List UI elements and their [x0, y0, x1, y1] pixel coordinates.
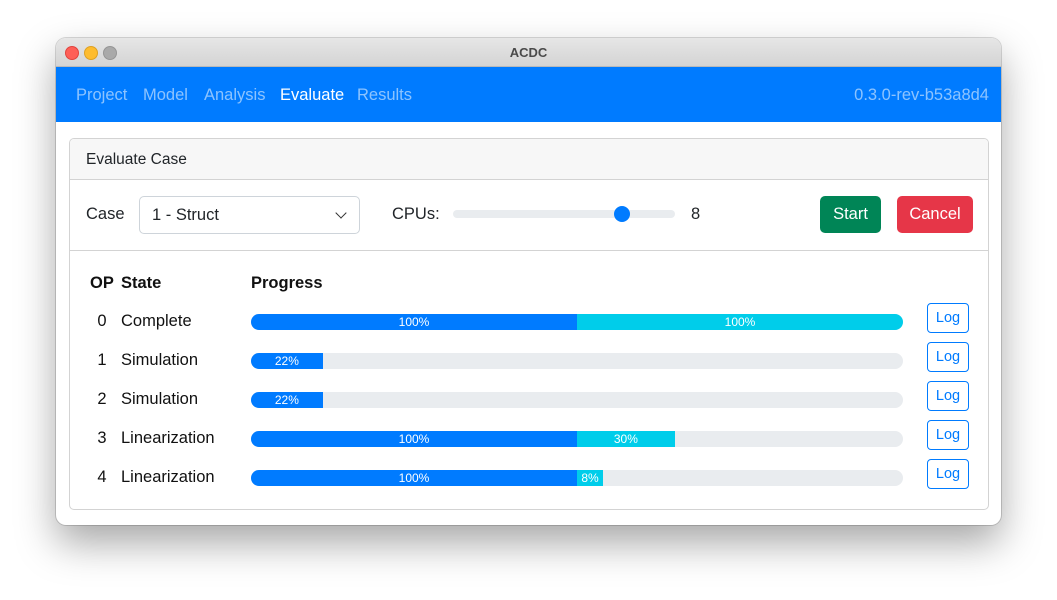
state-label: Simulation — [121, 351, 199, 369]
state-label: Simulation — [121, 390, 199, 408]
case-select-value: 1 - Struct — [152, 206, 219, 224]
case-select[interactable]: 1 - Struct — [139, 196, 360, 234]
op-number: 3 — [97, 429, 107, 447]
log-button[interactable]: Log — [927, 420, 969, 450]
start-button[interactable]: Start — [820, 196, 881, 233]
app-window: ACDC Project Model Analysis Evaluate Res… — [56, 38, 1001, 525]
header-op: OP — [90, 274, 114, 292]
simulation-progress-segment: 100% — [251, 314, 577, 330]
cpus-slider-thumb[interactable] — [613, 206, 630, 222]
table-row: 3 Linearization 100% 30% Log — [70, 420, 988, 459]
navbar: Project Model Analysis Evaluate Results … — [56, 67, 1001, 122]
header-state: State — [121, 274, 162, 292]
nav-evaluate[interactable]: Evaluate — [280, 86, 344, 105]
op-number: 1 — [97, 351, 107, 369]
nav-model[interactable]: Model — [143, 86, 188, 105]
progress-bar: 100% 8% — [251, 470, 903, 486]
chevron-down-icon — [335, 207, 347, 219]
simulation-progress-segment: 22% — [251, 392, 323, 408]
state-label: Complete — [121, 312, 192, 330]
card-header: Evaluate Case — [70, 139, 988, 180]
progress-bar: 100% 30% — [251, 431, 903, 447]
progress-bar: 22% — [251, 392, 903, 408]
cpus-label: CPUs: — [392, 205, 440, 223]
simulation-progress-segment: 100% — [251, 431, 577, 447]
log-button[interactable]: Log — [927, 381, 969, 411]
nav-results[interactable]: Results — [357, 86, 412, 105]
case-label: Case — [86, 205, 125, 223]
card-title: Evaluate Case — [86, 151, 187, 168]
cancel-button[interactable]: Cancel — [897, 196, 973, 233]
log-button[interactable]: Log — [927, 459, 969, 489]
log-button[interactable]: Log — [927, 342, 969, 372]
linearization-progress-segment: 8% — [577, 470, 604, 486]
op-number: 0 — [97, 312, 107, 330]
simulation-progress-segment: 100% — [251, 470, 577, 486]
cpus-value: 8 — [691, 205, 701, 223]
table-row: 4 Linearization 100% 8% Log — [70, 459, 988, 498]
simulation-progress-segment: 22% — [251, 353, 323, 369]
evaluate-case-card: Evaluate Case Case 1 - Struct CPUs: 8 St… — [69, 138, 989, 510]
progress-bar: 100% 100% — [251, 314, 903, 330]
nav-project[interactable]: Project — [76, 86, 127, 105]
title-bar: ACDC — [56, 38, 1001, 67]
table-row: 0 Complete 100% 100% Log — [70, 303, 988, 342]
state-label: Linearization — [121, 468, 215, 486]
linearization-progress-segment: 100% — [577, 314, 903, 330]
header-progress: Progress — [251, 274, 323, 292]
cpus-slider[interactable] — [453, 206, 675, 222]
table-row: 2 Simulation 22% Log — [70, 381, 988, 420]
window-title: ACDC — [509, 45, 548, 60]
op-number: 2 — [97, 390, 107, 408]
version-label: 0.3.0-rev-b53a8d4 — [854, 86, 989, 104]
progress-bar: 22% — [251, 353, 903, 369]
op-number: 4 — [97, 468, 107, 486]
table-row: 1 Simulation 22% Log — [70, 342, 988, 381]
linearization-progress-segment: 30% — [577, 431, 675, 447]
state-label: Linearization — [121, 429, 215, 447]
nav-analysis[interactable]: Analysis — [204, 86, 265, 105]
log-button[interactable]: Log — [927, 303, 969, 333]
controls-row: Case 1 - Struct CPUs: 8 Start Cancel — [70, 180, 988, 251]
